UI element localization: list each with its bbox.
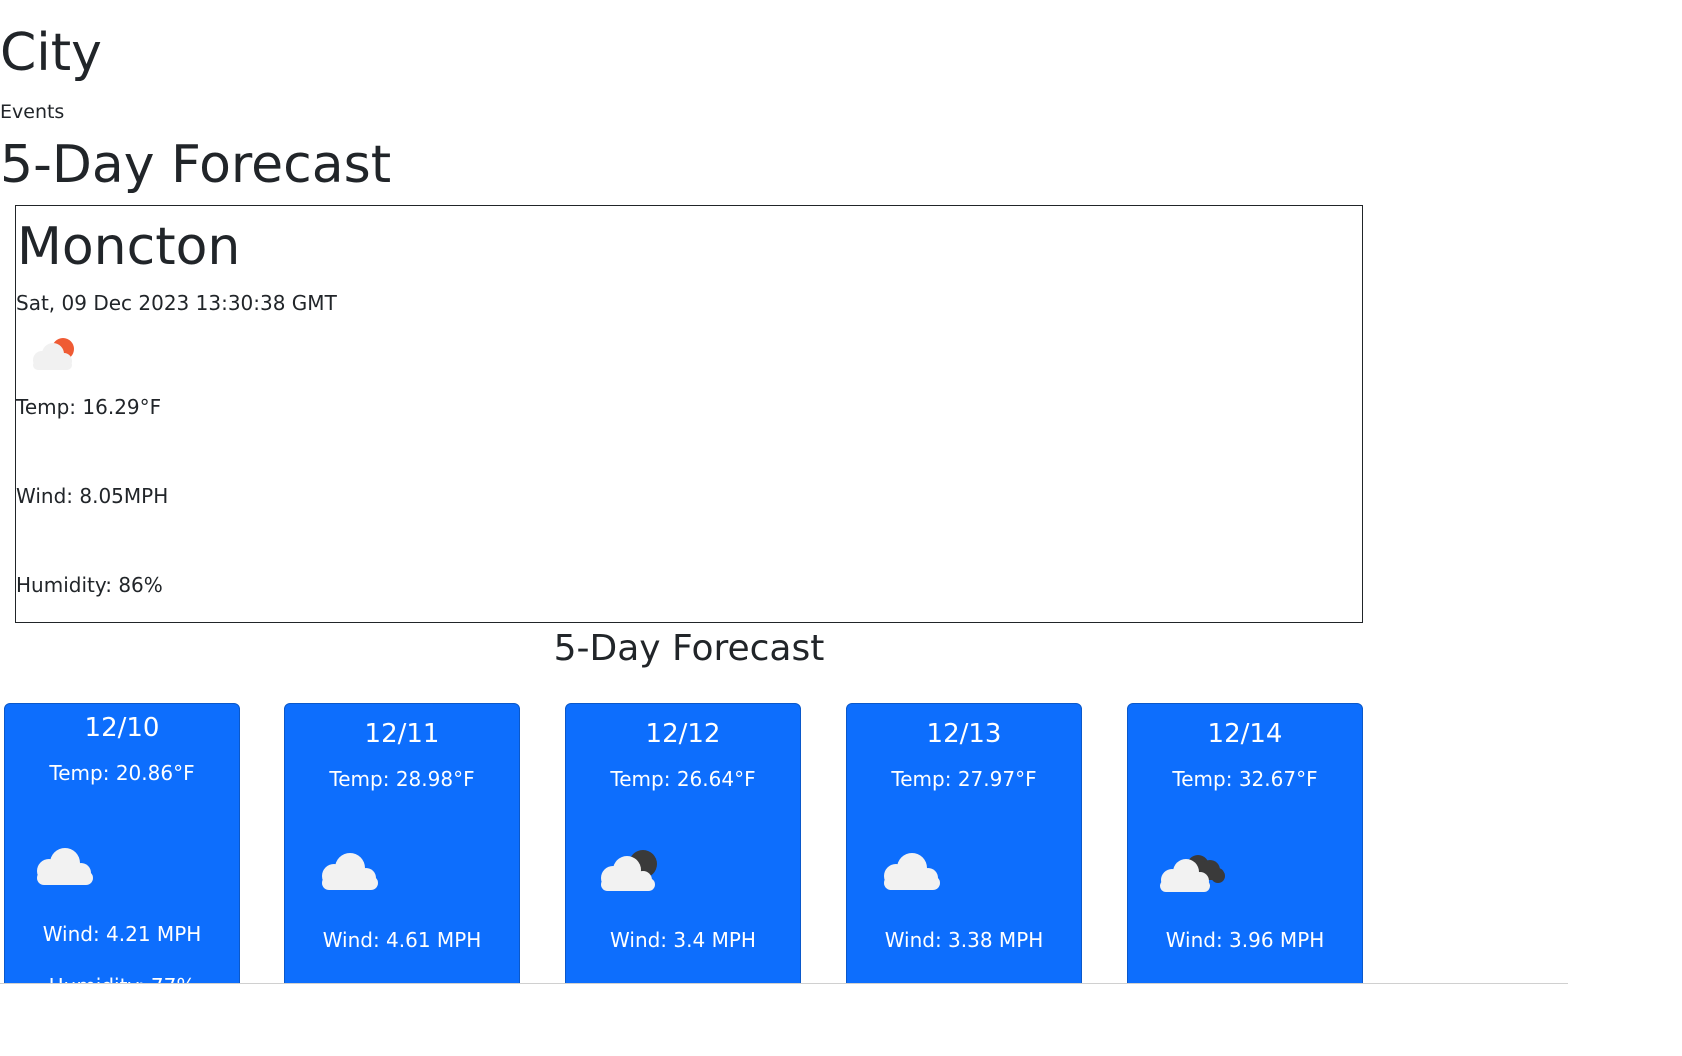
forecast-wind: Wind: 4.61 MPH: [322, 928, 482, 952]
forecast-wind: Wind: 3.38 MPH: [884, 928, 1044, 952]
forecast-temp: Temp: 27.97°F: [891, 767, 1037, 791]
current-wind: Wind: 8.05MPH: [16, 484, 169, 508]
forecast-date: 12/10: [84, 713, 160, 743]
forecast-day-card: 12/11 Temp: 28.98°F Wind: 4.61 MPH: [284, 703, 520, 984]
cloud-icon: [884, 853, 940, 890]
forecast-date: 12/14: [1207, 719, 1283, 749]
forecast-day-card: 12/10 Temp: 20.86°F Wind: 4.21 MPH Humid…: [4, 703, 240, 984]
forecast-temp: Temp: 28.98°F: [329, 767, 475, 791]
partly-cloudy-day-icon: [33, 338, 74, 370]
forecast-day-card: 12/13 Temp: 27.97°F Wind: 3.38 MPH: [846, 703, 1082, 984]
cloud-icon: [322, 853, 378, 890]
forecast-day-card: 12/14 Temp: 32.67°F Wind: 3.96 MPH: [1127, 703, 1363, 984]
broken-clouds-icon: [1160, 855, 1225, 892]
forecast-date: 12/13: [926, 719, 1002, 749]
browser-viewport: City Events 5-Day Forecast Moncton Sat, …: [0, 0, 1568, 984]
current-temp: Temp: 16.29°F: [16, 395, 162, 419]
current-humidity: Humidity: 86%: [16, 573, 163, 597]
page-title: City: [0, 23, 102, 83]
forecast-heading: 5-Day Forecast: [0, 135, 392, 195]
forecast-date: 12/11: [364, 719, 440, 749]
city-name: Moncton: [17, 217, 241, 277]
forecast-wind: Wind: 4.21 MPH: [42, 922, 202, 946]
forecast-temp: Temp: 26.64°F: [610, 767, 756, 791]
partly-cloudy-night-icon: [601, 850, 657, 891]
forecast-wind: Wind: 3.96 MPH: [1165, 928, 1325, 952]
forecast-wind: Wind: 3.4 MPH: [610, 928, 756, 952]
current-weather-card: Moncton Sat, 09 Dec 2023 13:30:38 GMT Te…: [15, 205, 1363, 623]
forecast-temp: Temp: 32.67°F: [1172, 767, 1318, 791]
forecast-temp: Temp: 20.86°F: [49, 761, 195, 785]
forecast-section-title: 5-Day Forecast: [553, 628, 825, 669]
forecast-date: 12/12: [645, 719, 721, 749]
current-date: Sat, 09 Dec 2023 13:30:38 GMT: [16, 291, 337, 315]
viewport-edge: [0, 983, 1568, 984]
forecast-day-card: 12/12 Temp: 26.64°F Wind: 3.4 MPH: [565, 703, 801, 984]
cloud-icon: [37, 848, 93, 885]
events-link[interactable]: Events: [0, 99, 64, 125]
